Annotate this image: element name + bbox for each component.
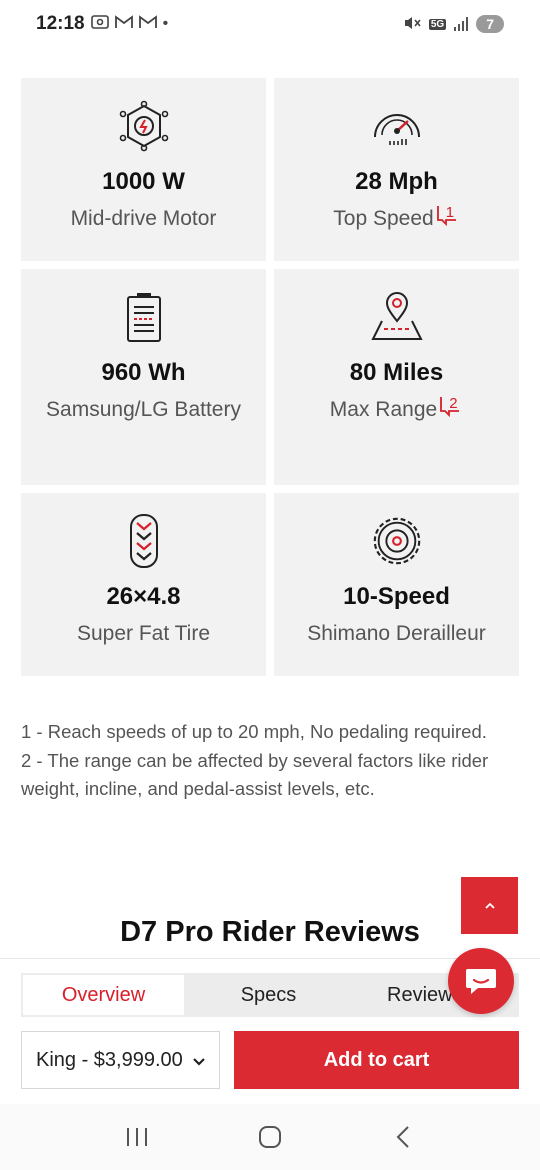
network-label: 5G xyxy=(428,18,447,30)
chat-icon xyxy=(466,969,496,994)
back-icon xyxy=(396,1126,410,1148)
footnotes: 1 - Reach speeds of up to 20 mph, No ped… xyxy=(21,718,521,804)
footnote-number: 1 xyxy=(445,204,455,221)
section-tabs: Overview Specs Reviews xyxy=(21,973,519,1017)
recent-apps-button[interactable] xyxy=(117,1117,157,1157)
battery-icon xyxy=(116,289,172,345)
spec-label-text: Top Speed xyxy=(333,207,434,230)
home-button[interactable] xyxy=(250,1117,290,1157)
spec-card-motor: 1000 W Mid-drive Motor xyxy=(21,78,266,261)
reviews-heading: D7 Pro Rider Reviews xyxy=(120,916,420,948)
spec-label-text: Max Range xyxy=(329,398,438,421)
spec-label: Samsung/LG Battery xyxy=(46,398,241,421)
motor-icon xyxy=(116,98,172,154)
footnote-1: 1 - Reach speeds of up to 20 mph, No ped… xyxy=(21,721,487,742)
spec-value: 10-Speed xyxy=(343,583,450,610)
gear-icon xyxy=(369,513,425,569)
signal-icon xyxy=(454,17,469,31)
screenshot-icon xyxy=(90,14,109,35)
system-nav-bar xyxy=(0,1104,540,1170)
spec-card-range: 80 Miles Max Range 2 xyxy=(274,269,519,485)
spec-value: 960 Wh xyxy=(101,359,186,386)
spec-card-tire: 26×4.8 Super Fat Tire xyxy=(21,493,266,676)
map-pin-icon xyxy=(369,289,425,345)
spec-label: Top Speed 1 xyxy=(333,202,459,236)
status-time: 12:18 xyxy=(36,13,85,34)
footnote-2: 2 - The range can be affected by several… xyxy=(21,749,489,800)
footnote-marker[interactable]: 1 xyxy=(436,202,460,228)
spec-value: 28 Mph xyxy=(355,168,438,195)
spec-label: Max Range 2 xyxy=(330,393,463,427)
spec-label: Super Fat Tire xyxy=(76,622,211,645)
scroll-to-top-button[interactable] xyxy=(461,877,518,934)
spec-card-battery: 960 Wh Samsung/LG Battery xyxy=(21,269,266,485)
gmail-icon xyxy=(114,14,133,34)
tire-icon xyxy=(116,513,172,569)
mute-icon xyxy=(403,15,421,34)
status-bar: 12:18 • 5G 7 xyxy=(0,0,540,48)
spec-value: 26×4.8 xyxy=(106,583,181,610)
recent-apps-icon xyxy=(126,1128,147,1146)
add-to-cart-button[interactable]: Add to cart xyxy=(234,1031,519,1089)
spec-card-speed: 28 Mph Top Speed 1 xyxy=(274,78,519,261)
chat-button[interactable] xyxy=(448,948,514,1014)
tab-specs[interactable]: Specs xyxy=(186,973,351,1017)
speedometer-icon xyxy=(369,98,425,154)
gmail-icon xyxy=(138,14,157,34)
spec-grid: 1000 W Mid-drive Motor 28 Mph Top Speed 1 xyxy=(21,78,519,676)
footnote-marker[interactable]: 2 xyxy=(439,393,463,419)
spec-value: 80 Miles xyxy=(349,359,444,386)
footnote-number: 2 xyxy=(449,395,458,412)
variant-select[interactable]: King - $3,999.00 xyxy=(21,1031,220,1089)
spec-label: Shimano Derailleur xyxy=(307,622,486,645)
chevron-down-icon xyxy=(191,1051,207,1074)
spec-value: 1000 W xyxy=(102,168,185,195)
dot-icon: • xyxy=(162,15,169,32)
notification-badge: 7 xyxy=(476,15,504,33)
spec-card-gears: 10-Speed Shimano Derailleur xyxy=(274,493,519,676)
home-icon xyxy=(258,1126,281,1148)
spec-label: Mid-drive Motor xyxy=(70,207,217,230)
chevron-up-icon xyxy=(484,902,495,909)
tab-overview[interactable]: Overview xyxy=(21,973,186,1017)
variant-selected-value: King - $3,999.00 xyxy=(36,1048,183,1071)
back-button[interactable] xyxy=(383,1117,423,1157)
